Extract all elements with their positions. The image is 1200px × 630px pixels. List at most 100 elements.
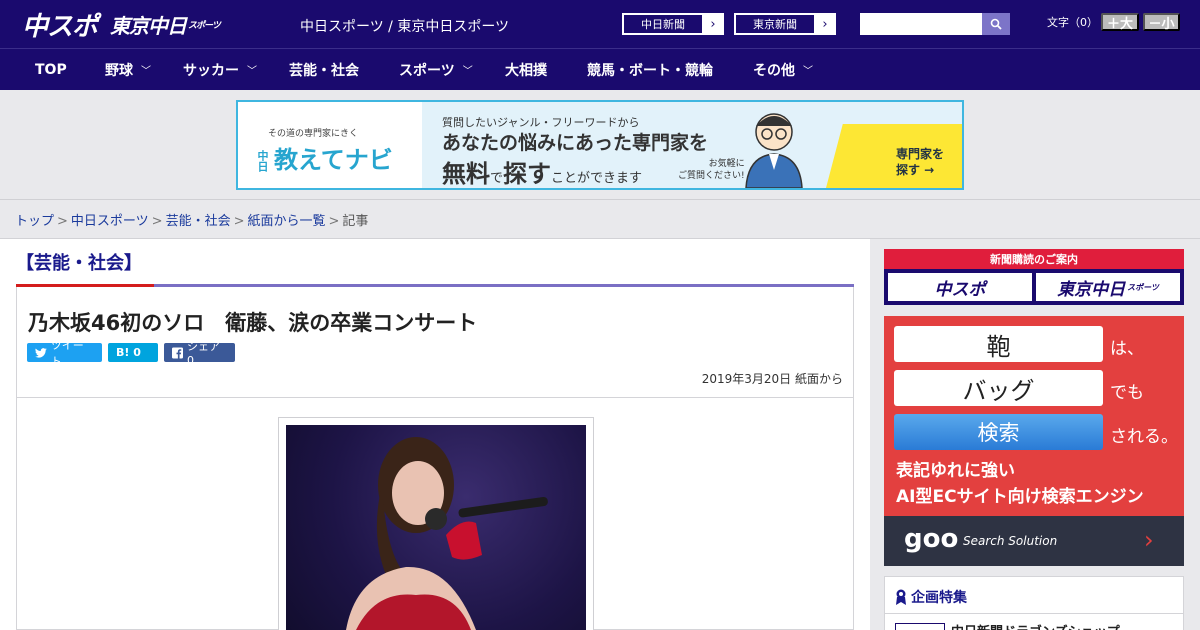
nav-item-soccer[interactable]: サッカー ﹀ [183,49,257,90]
ad-solution-label: Search Solution [963,534,1058,548]
search-button[interactable] [982,13,1010,35]
tokyo-shimbun-button[interactable]: 東京新聞 › [734,13,836,35]
ad-footer: goo Search Solution › [884,516,1184,566]
chevron-down-icon: ﹀ [141,66,151,77]
banner-subtitle: その道の専門家にきく [268,129,359,139]
oshiete-navi-banner[interactable]: その道の専門家にきく 中日 教えてナビ 質問したいジャンル・フリーワードから あな… [236,100,964,190]
category-heading: 【芸能・社会】 [16,253,142,274]
banner-brand-panel: その道の専門家にきく 中日 教えてナビ [238,102,422,188]
ad-suffix-1: は、 [1110,339,1144,359]
breadcrumb-top[interactable]: トップ [15,214,54,229]
article: 乃木坂46初のソロ 衛藤、涙の卒業コンサート ツイート B! 0 シェア 0 2… [16,287,854,630]
subscription-title: 新聞購読のご案内 [884,249,1184,269]
breadcrumb-entertainment[interactable]: 芸能・社会 [166,214,231,229]
facebook-share-button[interactable]: シェア 0 [164,340,235,367]
feature-thumbnail[interactable] [895,623,945,630]
font-bigger-button[interactable]: ＋大 [1101,13,1139,31]
nav-item-racing[interactable]: 競馬・ボート・競輪 [587,49,713,90]
article-headline: 乃木坂46初のソロ 衛藤、涙の卒業コンサート [28,311,478,335]
breadcrumb-separator: > [233,214,245,229]
font-smaller-button[interactable]: －小 [1143,13,1180,31]
site-links[interactable]: 中日スポーツ / 東京中日スポーツ [300,16,509,36]
subscription-logo-chuspo: 中スポ [888,273,1032,301]
banner-search: 探す [503,160,552,188]
goo-logo: goo [904,524,959,554]
tweet-label: ツイート [50,338,84,368]
banner-note2: ご質問ください! [678,171,745,181]
breadcrumb-separator: > [151,214,163,229]
ad-suffix-2: でも [1110,383,1144,403]
nav-item-sumo[interactable]: 大相撲 [505,49,547,90]
chevron-right-icon: › [822,16,828,32]
subscription-logo-tokyo-text: 東京中日 [1057,279,1126,300]
banner-note: お気軽に ご質問ください! [678,158,745,182]
breadcrumb-separator: > [328,214,340,229]
chevron-down-icon: ﹀ [247,66,257,77]
main-content: 【芸能・社会】 乃木坂46初のソロ 衛藤、涙の卒業コンサート ツイート B! 0… [0,239,870,630]
banner-can: ことができます [551,171,643,186]
banner-line3: 無料で探すことができます [442,154,643,188]
banner-line2: あなたの悩みにあった専門家を [442,132,709,154]
breadcrumb-chunichi-sports[interactable]: 中日スポーツ [71,214,149,229]
ad-tagline-1: 表記ゆれに強い [896,461,1015,481]
chunichi-shimbun-label: 中日新聞 [623,14,703,34]
breadcrumb-separator: > [57,214,68,229]
tokyo-shimbun-label: 東京新聞 [735,14,815,34]
hatena-bookmark-button[interactable]: B! 0 [108,343,158,362]
search-icon [990,18,1002,30]
main-nav: TOP 野球 ﹀ サッカー ﹀ 芸能・社会 スポーツ ﹀ 大相撲 競馬・ボート・競輪 … [0,48,1200,90]
nav-item-entertainment[interactable]: 芸能・社会 [289,49,359,90]
article-header: 乃木坂46初のソロ 衛藤、涙の卒業コンサート ツイート B! 0 シェア 0 2… [17,287,853,398]
nav-item-label: 大相撲 [505,62,547,79]
performer-photo-icon [346,437,548,630]
article-photo-frame [278,417,594,630]
banner-cta: 専門家を探す → [896,146,944,178]
banner-free: 無料 [442,160,490,188]
banner-cta2: 探す → [896,163,935,177]
chevron-right-icon: › [1144,526,1154,554]
banner-de: で [490,171,504,186]
nav-item-label: 競馬・ボート・競輪 [587,62,713,79]
breadcrumb-paper-list[interactable]: 紙面から一覧 [248,214,326,229]
breadcrumb-current: 記事 [342,214,369,229]
search-input[interactable] [860,13,982,35]
subscription-ad[interactable]: 新聞購読のご案内 中スポ 東京中日 スポーツ [884,249,1184,305]
expert-illustration-icon [745,113,803,188]
article-photo[interactable] [286,425,586,630]
feature-title: 企画特集 [895,587,967,607]
tokyo-logo-text: 東京中日 [110,13,187,38]
banner-brand: 中日 教えてナビ [254,140,409,175]
nav-item-top[interactable]: TOP [35,49,67,90]
feature-item-link[interactable]: 中日新聞ドラゴンズショップ [951,621,1120,630]
tokyo-chunichi-logo[interactable]: 東京中日 スポーツ [110,8,221,40]
ad-tagline-2: AI型ECサイト向け検索エンジン [896,487,1144,507]
nav-item-baseball[interactable]: 野球 ﹀ [105,49,151,90]
nav-item-label: 野球 [105,62,133,79]
banner-brand-text: 教えてナビ [274,146,393,174]
chuspo-logo[interactable]: 中スポ [22,8,98,42]
tweet-button[interactable]: ツイート [27,339,102,368]
goo-search-ad[interactable]: 鞄 は、 バッグ でも 検索 される。 表記ゆれに強い AI型ECサイト向け検索エ… [884,316,1184,566]
ad-search-box: 検索 [894,414,1103,450]
nav-item-label: サッカー [183,62,239,79]
ad-suffix-3: される。 [1110,427,1178,447]
font-size-label: 文字（0） [1047,16,1098,29]
twitter-icon [35,347,47,358]
ad-word-bag: バッグ [894,370,1103,406]
nav-item-other[interactable]: その他 ﹀ [753,49,813,90]
nav-item-label: 芸能・社会 [289,62,359,79]
chevron-right-icon: › [710,16,716,32]
chevron-down-icon: ﹀ [803,66,813,77]
nav-item-sports[interactable]: スポーツ ﹀ [399,49,473,90]
banner-cta1: 専門家を [896,147,945,161]
chunichi-shimbun-button[interactable]: 中日新聞 › [622,13,724,35]
article-date: 2019年3月20日 紙面から [701,372,843,386]
subscription-logo-tokyo-small: スポーツ [1127,282,1159,292]
feature-section: 企画特集 中日新聞ドラゴンズショップ [884,576,1184,630]
hatena-label: B! 0 [116,346,141,359]
chevron-down-icon: ﹀ [462,66,473,77]
feature-divider [885,613,1183,614]
facebook-label: シェア 0 [187,340,221,367]
nav-item-label: TOP [35,61,67,78]
ad-tagline: 表記ゆれに強い AI型ECサイト向け検索エンジン [896,458,1144,510]
